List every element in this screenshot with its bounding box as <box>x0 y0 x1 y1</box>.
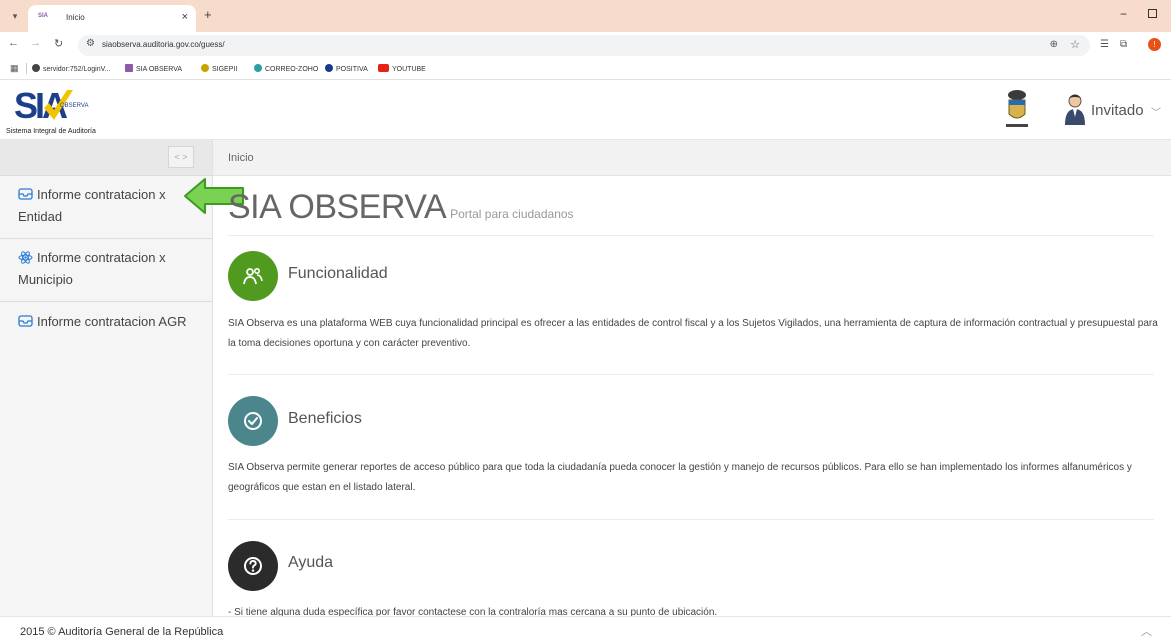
browser-tab[interactable]: SIA Inicio × <box>28 5 196 32</box>
sidebar-item-contratacion-municipio[interactable]: Informe contratacion x Municipio <box>0 239 212 302</box>
back-icon[interactable]: ← <box>8 37 19 49</box>
bookmark-sia-observa[interactable]: SIA OBSERVA <box>125 64 182 73</box>
divider <box>228 519 1154 520</box>
ayuda-badge <box>228 541 278 591</box>
scroll-top-chevron-icon[interactable]: ︿ <box>1141 623 1152 639</box>
footer-copyright: 2015 © Auditoría General de la República <box>20 626 224 638</box>
forward-icon[interactable]: → <box>30 37 41 49</box>
logo-observa-text: OBSERVA <box>60 103 89 109</box>
window-minimize-icon[interactable]: − <box>1120 7 1127 21</box>
sidebar: < > Informe contratacion x Entidad Infor… <box>0 140 213 616</box>
beneficios-badge <box>228 396 278 446</box>
new-tab-icon[interactable]: + <box>204 8 212 22</box>
bookmark-sigepii[interactable]: SIGEPII <box>201 64 237 73</box>
colombia-shield-icon <box>1006 90 1028 127</box>
page-title: SIA OBSERVA Portal para ciudadanos <box>228 188 574 227</box>
sidebar-item-label: Informe contratacion AGR <box>37 314 187 329</box>
section-text-funcionalidad: SIA Observa es una plataforma WEB cuya f… <box>228 318 1158 349</box>
site-info-icon[interactable]: ⚙ <box>86 38 95 49</box>
bookmark-positiva[interactable]: POSITIVA <box>325 64 368 73</box>
sidebar-item-contratacion-entidad[interactable]: Informe contratacion x Entidad <box>0 176 212 239</box>
mail-icon <box>254 64 262 72</box>
check-circle-icon <box>244 412 262 430</box>
sia-favicon-icon: SIA <box>38 13 49 19</box>
bookmark-correo-zoho[interactable]: CORREO-ZOHO <box>254 64 318 73</box>
sigep-icon <box>201 64 209 72</box>
divider <box>228 374 1154 375</box>
user-menu-label[interactable]: Invitado <box>1091 102 1144 119</box>
question-circle-icon <box>244 557 262 575</box>
sidebar-item-label: Informe contratacion x <box>37 187 166 202</box>
inbox-icon <box>18 315 33 327</box>
sidebar-item-label-2: Municipio <box>18 272 73 287</box>
window-restore-icon[interactable] <box>1148 9 1157 18</box>
section-text-beneficios: SIA Observa permite generar reportes de … <box>228 462 1132 493</box>
bookmarks-divider <box>26 63 27 74</box>
sidebar-item-contratacion-agr[interactable]: Informe contratacion AGR <box>0 302 212 342</box>
extensions-icon[interactable]: ⧉ <box>1120 39 1127 50</box>
positiva-icon <box>325 64 333 72</box>
apps-grid-icon[interactable]: ▦ <box>10 63 19 74</box>
sidebar-header: < > <box>0 140 212 176</box>
section-title-funcionalidad: Funcionalidad <box>288 265 388 282</box>
bookmark-star-icon[interactable]: ☆ <box>1070 38 1080 51</box>
address-input[interactable]: ⚙ siaobserva.auditoria.gov.co/guess/ ⊕ ☆ <box>78 35 1090 56</box>
funcionalidad-badge <box>228 251 278 301</box>
atom-icon <box>18 251 33 264</box>
profile-avatar[interactable]: ! <box>1148 38 1161 51</box>
zoom-icon[interactable]: ⊕ <box>1050 39 1058 50</box>
user-avatar-icon[interactable] <box>1064 93 1086 125</box>
reading-list-icon[interactable]: ☰ <box>1100 39 1109 50</box>
tab-close-icon[interactable]: × <box>182 11 188 23</box>
sidebar-item-label: Informe contratacion x <box>37 250 166 265</box>
inbox-icon <box>18 188 33 200</box>
bookmarks-bar: ▦ servidor:752/LoginV... SIA OBSERVA SIG… <box>0 58 1171 80</box>
youtube-icon <box>378 64 389 72</box>
page-subtitle: Portal para ciudadanos <box>450 207 574 221</box>
address-bar-row: ← → ↻ ⚙ siaobserva.auditoria.gov.co/gues… <box>0 32 1171 58</box>
sidebar-item-label-2: Entidad <box>18 209 63 224</box>
sia-logo[interactable]: SIA OBSERVA Sistema Integral de Auditorí… <box>6 86 136 136</box>
browser-tab-bar: ▾ SIA Inicio × + − <box>0 0 1171 32</box>
breadcrumb-home-link[interactable]: Inicio <box>228 152 254 164</box>
chevron-down-icon[interactable]: ﹀ <box>1151 104 1161 119</box>
sia-favicon-icon <box>125 64 133 72</box>
page-title-text: SIA OBSERVA <box>228 188 447 226</box>
globe-icon <box>32 64 40 72</box>
reload-icon[interactable]: ↻ <box>54 37 63 50</box>
divider <box>228 235 1154 236</box>
users-icon <box>243 267 263 285</box>
sidebar-collapse-button[interactable]: < > <box>168 146 194 168</box>
url-text: siaobserva.auditoria.gov.co/guess/ <box>102 40 225 49</box>
bookmark-youtube[interactable]: YOUTUBE <box>378 64 426 73</box>
footer: 2015 © Auditoría General de la República… <box>0 616 1171 640</box>
section-title-beneficios: Beneficios <box>288 410 362 427</box>
tab-title: Inicio <box>66 13 85 22</box>
bookmark-servidor[interactable]: servidor:752/LoginV... <box>32 64 110 73</box>
section-title-ayuda: Ayuda <box>288 554 334 571</box>
breadcrumb: Inicio <box>213 140 1171 176</box>
logo-tagline: Sistema Integral de Auditoría <box>6 128 96 135</box>
tab-search-chevron-icon[interactable]: ▾ <box>6 8 24 24</box>
site-header: SIA OBSERVA Sistema Integral de Auditorí… <box>0 80 1171 140</box>
